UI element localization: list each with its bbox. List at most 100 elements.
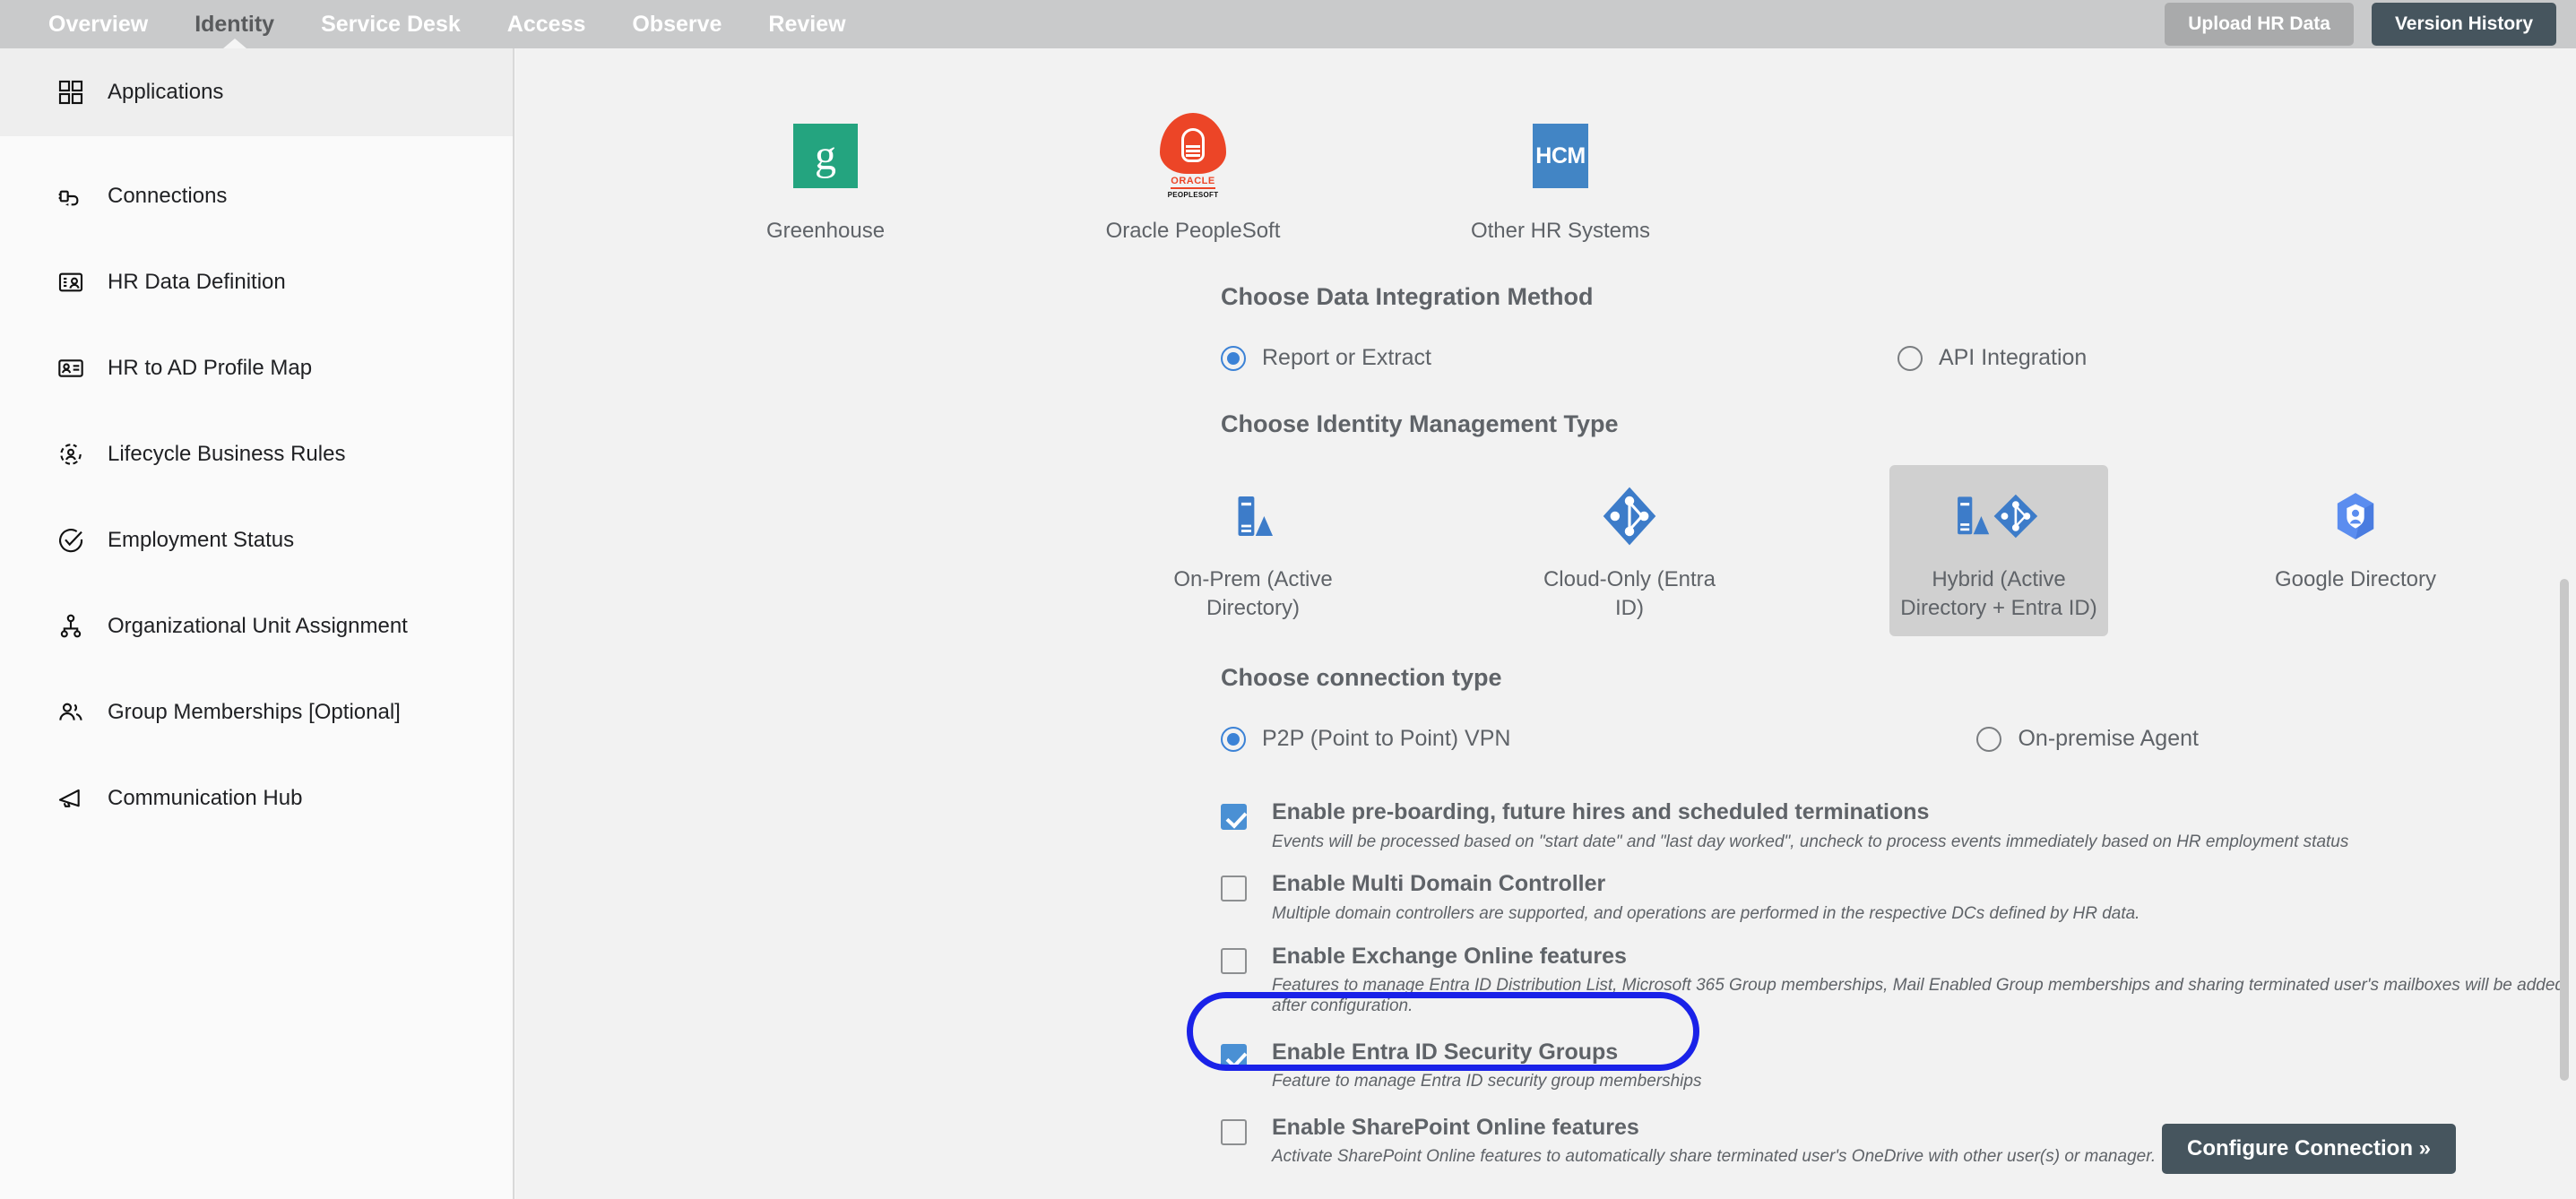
hr-system-label: Other HR Systems bbox=[1470, 219, 1651, 243]
hr-system-greenhouse[interactable]: g Greenhouse bbox=[642, 113, 1009, 244]
id-card-icon bbox=[56, 267, 86, 298]
sidebar-item-communication-hub[interactable]: Communication Hub bbox=[0, 772, 513, 824]
entra-id-icon bbox=[1531, 478, 1728, 555]
feature-entra-id-security-groups[interactable]: Enable Entra ID Security Groups Feature … bbox=[1221, 1039, 2576, 1092]
tab-identity[interactable]: Identity bbox=[171, 0, 298, 48]
greenhouse-glyph: g bbox=[793, 124, 858, 188]
feature-exchange-online[interactable]: Enable Exchange Online features Features… bbox=[1221, 944, 2576, 1017]
sidebar-item-label: Communication Hub bbox=[108, 786, 303, 810]
grid-icon bbox=[56, 77, 86, 108]
hybrid-ad-entra-icon bbox=[1900, 478, 2097, 555]
sidebar-item-group-memberships[interactable]: Group Memberships [Optional] bbox=[0, 686, 513, 738]
radio-label: On-premise Agent bbox=[2018, 726, 2199, 751]
radio-report-or-extract[interactable]: Report or Extract bbox=[1221, 345, 1431, 371]
sidebar-item-lifecycle-business-rules[interactable]: Lifecycle Business Rules bbox=[0, 428, 513, 480]
version-history-button[interactable]: Version History bbox=[2371, 3, 2556, 46]
top-navigation-bar: Overview Identity Service Desk Access Ob… bbox=[0, 0, 2576, 48]
feature-title: Enable SharePoint Online features bbox=[1272, 1114, 1639, 1140]
feature-title: Enable pre-boarding, future hires and sc… bbox=[1272, 799, 1930, 824]
checkbox-sharepoint-online[interactable] bbox=[1221, 1118, 1247, 1145]
oracle-peoplesoft-logo: ORACLE PEOPLESOFT bbox=[1009, 113, 1377, 199]
topbar-actions: Upload HR Data Version History bbox=[2165, 0, 2556, 48]
hr-systems-row: g Greenhouse ORACLE PEOPLESOFT Oracle Pe… bbox=[516, 48, 2576, 244]
sidebar-item-label: Organizational Unit Assignment bbox=[108, 614, 408, 638]
sidebar-item-label: Lifecycle Business Rules bbox=[108, 442, 346, 466]
checkbox-entra-id-security-groups[interactable] bbox=[1221, 1043, 1247, 1070]
sidebar-item-employment-status[interactable]: Employment Status bbox=[0, 514, 513, 566]
nav-tabs: Overview Identity Service Desk Access Ob… bbox=[0, 0, 869, 48]
users-icon bbox=[56, 697, 86, 728]
feature-pre-boarding[interactable]: Enable pre-boarding, future hires and sc… bbox=[1221, 799, 2576, 852]
feature-description: Activate SharePoint Online features to a… bbox=[1272, 1147, 2157, 1167]
feature-description: Feature to manage Entra ID security grou… bbox=[1272, 1072, 1702, 1091]
greenhouse-logo: g bbox=[642, 113, 1009, 199]
checkbox-pre-boarding[interactable] bbox=[1221, 804, 1247, 830]
vertical-scrollbar-thumb[interactable] bbox=[2560, 579, 2569, 1081]
sidebar-item-hr-to-ad-profile-map[interactable]: HR to AD Profile Map bbox=[0, 342, 513, 394]
sidebar-item-organizational-unit-assignment[interactable]: Organizational Unit Assignment bbox=[0, 600, 513, 652]
feature-title: Enable Entra ID Security Groups bbox=[1272, 1039, 1619, 1065]
hr-system-label: Oracle PeopleSoft bbox=[1105, 219, 1281, 243]
radio-button-icon[interactable] bbox=[1976, 726, 2002, 752]
megaphone-icon bbox=[56, 783, 86, 814]
identity-type-hybrid[interactable]: Hybrid (Active Directory + Entra ID) bbox=[1889, 465, 2108, 636]
plug-icon bbox=[56, 181, 86, 211]
tab-overview[interactable]: Overview bbox=[25, 0, 171, 48]
sidebar-item-label: Connections bbox=[108, 184, 228, 208]
contact-card-icon bbox=[56, 353, 86, 384]
sidebar-item-hr-data-definition[interactable]: HR Data Definition bbox=[0, 256, 513, 308]
scroll-content: g Greenhouse ORACLE PEOPLESOFT Oracle Pe… bbox=[516, 48, 2576, 1187]
tab-observe[interactable]: Observe bbox=[609, 0, 745, 48]
org-chart-icon bbox=[56, 611, 86, 642]
radio-label: Report or Extract bbox=[1262, 345, 1431, 370]
radio-button-icon[interactable] bbox=[1221, 726, 1246, 752]
tab-access[interactable]: Access bbox=[484, 0, 609, 48]
configure-connection-button[interactable]: Configure Connection » bbox=[2162, 1124, 2456, 1174]
identity-type-options: On-Prem (Active Directory) Cloud-Only (E… bbox=[516, 465, 2576, 664]
integration-method-title: Choose Data Integration Method bbox=[1221, 283, 1594, 310]
upload-hr-data-button[interactable]: Upload HR Data bbox=[2165, 3, 2354, 46]
sidebar-item-label: Group Memberships [Optional] bbox=[108, 700, 401, 724]
sidebar-item-label: Employment Status bbox=[108, 528, 295, 552]
sidebar-item-label: Applications bbox=[108, 80, 224, 104]
radio-button-icon[interactable] bbox=[1221, 345, 1246, 371]
feature-checkbox-list: Enable pre-boarding, future hires and sc… bbox=[516, 799, 2576, 1168]
feature-multi-domain-controller[interactable]: Enable Multi Domain Controller Multiple … bbox=[1221, 872, 2576, 924]
tab-review[interactable]: Review bbox=[745, 0, 869, 48]
identity-type-on-prem[interactable]: On-Prem (Active Directory) bbox=[1144, 465, 1362, 636]
identity-type-title: Choose Identity Management Type bbox=[1221, 410, 1619, 437]
feature-description: Features to manage Entra ID Distribution… bbox=[1272, 976, 2564, 1015]
identity-type-label: Hybrid (Active Directory + Entra ID) bbox=[1900, 567, 2097, 621]
integration-method-options: Report or Extract API Integration bbox=[516, 345, 2576, 371]
sidebar-item-label: HR to AD Profile Map bbox=[108, 356, 313, 380]
sidebar: Applications Connections HR Data Definit… bbox=[0, 48, 514, 1199]
radio-p2p-vpn[interactable]: P2P (Point to Point) VPN bbox=[1221, 726, 1510, 752]
identity-type-cloud-only[interactable]: Cloud-Only (Entra ID) bbox=[1520, 465, 1739, 636]
hr-system-oracle-peoplesoft[interactable]: ORACLE PEOPLESOFT Oracle PeopleSoft bbox=[1009, 113, 1377, 244]
identity-type-google-directory[interactable]: Google Directory bbox=[2246, 465, 2465, 607]
identity-type-label: Cloud-Only (Entra ID) bbox=[1543, 567, 1716, 621]
tab-service-desk[interactable]: Service Desk bbox=[298, 0, 484, 48]
server-icon bbox=[1154, 478, 1352, 555]
oracle-blob-icon bbox=[1160, 113, 1226, 174]
hr-system-other[interactable]: HCM Other HR Systems bbox=[1377, 113, 1744, 244]
feature-description: Multiple domain controllers are supporte… bbox=[1272, 903, 2140, 923]
radio-on-premise-agent[interactable]: On-premise Agent bbox=[1976, 726, 2199, 752]
radio-button-icon[interactable] bbox=[1897, 345, 1923, 371]
checkbox-exchange-online[interactable] bbox=[1221, 947, 1247, 974]
hr-system-label: Greenhouse bbox=[765, 219, 886, 243]
sidebar-item-applications[interactable]: Applications bbox=[0, 48, 513, 136]
peoplesoft-wordmark: PEOPLESOFT bbox=[1167, 191, 1219, 199]
hcm-logo: HCM bbox=[1377, 113, 1744, 199]
sidebar-item-connections[interactable]: Connections bbox=[0, 170, 513, 222]
radio-api-integration[interactable]: API Integration bbox=[1897, 345, 2087, 371]
feature-title: Enable Multi Domain Controller bbox=[1272, 871, 1606, 897]
checkbox-multi-domain-controller[interactable] bbox=[1221, 876, 1247, 902]
